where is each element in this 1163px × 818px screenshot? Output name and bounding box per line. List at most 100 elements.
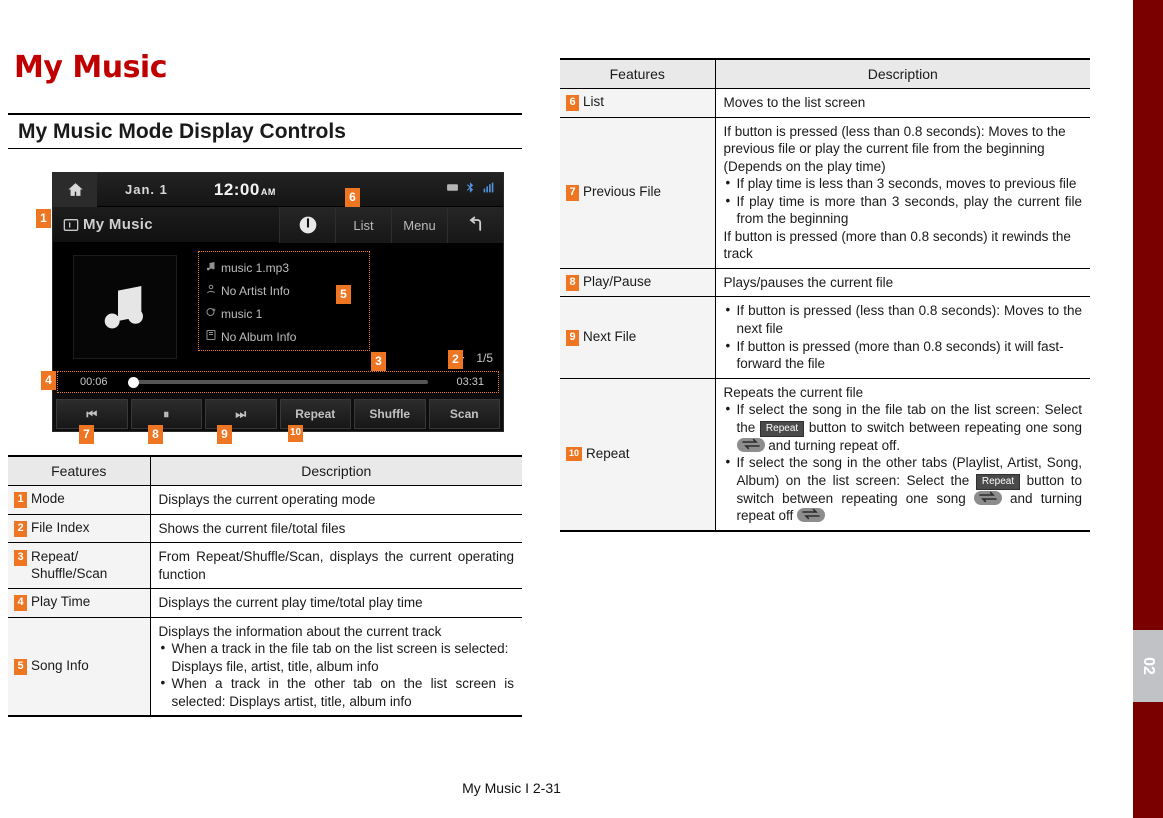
callout-10: 10 — [288, 425, 304, 442]
repeat-inline-button[interactable]: Repeat — [759, 420, 805, 437]
hu-mode-label: My Music — [83, 216, 153, 233]
progress-track[interactable] — [136, 380, 428, 384]
description-cell: Displays the current play time/total pla… — [150, 588, 522, 618]
back-arrow-icon[interactable] — [447, 207, 503, 243]
table-row: 3 Repeat/ Shuffle/Scan From Repeat/Shuff… — [8, 542, 522, 590]
file-index-value: 1/5 — [476, 351, 493, 365]
description-text: If button is pressed (less than 0.8 seco… — [723, 123, 1066, 174]
home-icon[interactable] — [53, 172, 97, 207]
description-text: Moves to the list screen — [723, 95, 866, 110]
table-row: 2 File Index Shows the current file/tota… — [8, 514, 522, 544]
song-artist: No Artist Info — [221, 283, 290, 298]
description-bullets: If play time is less than 3 seconds, mov… — [724, 174, 1083, 228]
hu-clock-time: 12:00 — [213, 179, 260, 199]
callout-1: 1 — [36, 209, 51, 228]
table-row: 9 Next File If button is pressed (less t… — [560, 296, 1090, 379]
repeat-inline-button[interactable]: Repeat — [975, 473, 1021, 490]
play-pause-button[interactable]: ⏸ — [130, 399, 202, 429]
menu-button[interactable]: Menu — [391, 207, 447, 243]
hu-system-icons — [446, 181, 495, 194]
feature-cell: 3 Repeat/ Shuffle/Scan — [8, 542, 151, 590]
feature-label: File Index — [31, 519, 90, 535]
feature-cell: 10 Repeat — [560, 378, 716, 532]
shuffle-button[interactable]: Shuffle — [354, 399, 426, 429]
next-file-button[interactable]: ⏭ — [205, 399, 277, 429]
song-info-row: No Album Info — [205, 325, 363, 348]
description-text: From Repeat/Shuffle/Scan, displays the c… — [158, 549, 515, 582]
row-badge: 2 — [14, 520, 27, 537]
features-header: Features — [8, 456, 151, 486]
bullet-text-d: off — [778, 508, 794, 524]
bullet-item: If button is pressed (less than 0.8 seco… — [724, 301, 1082, 337]
song-file-name: music 1.mp3 — [221, 260, 290, 275]
callout-2: 2 — [448, 350, 463, 369]
description-cell: Moves to the list screen — [715, 88, 1090, 118]
chapter-number-marker: 02 — [1133, 630, 1163, 702]
list-button[interactable]: List — [335, 207, 391, 243]
description-cell: Repeats the current file If select the s… — [715, 378, 1090, 532]
description-bullets: If button is pressed (less than 0.8 seco… — [724, 301, 1083, 373]
title-icon — [205, 306, 221, 321]
features-header: Features — [560, 59, 716, 89]
right-column: Features Description 6 List Moves to the… — [560, 58, 1090, 532]
description-text: Shows the current file/total files — [158, 520, 346, 536]
bullet-text-c: and turning repeat off. — [768, 437, 901, 453]
album-icon — [205, 329, 221, 344]
callout-7: 7 — [79, 425, 94, 444]
feature-cell: 9 Next File — [560, 296, 716, 379]
progress-knob[interactable] — [128, 377, 139, 388]
feature-label: Play Time — [31, 594, 91, 610]
my-music-icon — [63, 219, 79, 231]
row-badge: 5 — [14, 659, 27, 676]
description-cell: Displays the current operating mode — [150, 485, 522, 515]
progress-bar-area[interactable]: 00:06 03:31 — [57, 371, 499, 393]
bullet-item: If button is pressed (more than 0.8 seco… — [724, 337, 1083, 373]
bullet-item-repeat-file-tab: If select the song in the file tab on th… — [724, 400, 1082, 454]
feature-cell: 6 List — [560, 88, 716, 118]
description-cell: If button is pressed (less than 0.8 seco… — [715, 117, 1090, 269]
scan-button[interactable]: Scan — [428, 399, 500, 429]
callout-4: 4 — [41, 371, 56, 390]
table-row: 4 Play Time Displays the current play ti… — [8, 588, 522, 618]
hu-status-bar: Jan. 1 12:00AM — [53, 172, 503, 207]
callout-6: 6 — [345, 188, 360, 207]
row-badge: 1 — [14, 492, 27, 509]
description-tail: If button is pressed (more than 0.8 seco… — [723, 228, 1071, 262]
song-info-row: music 1.mp3 — [205, 256, 363, 279]
callout-9: 9 — [217, 425, 232, 444]
hu-date: Jan. 1 — [125, 182, 168, 197]
page-edge-tab: 02 — [1133, 0, 1163, 818]
description-header: Description — [150, 456, 522, 486]
callout-3: 3 — [371, 352, 386, 371]
description-bullets: If select the song in the file tab on th… — [724, 400, 1082, 525]
bullet-item-repeat-other-tabs: If select the song in the other tabs (Pl… — [724, 453, 1082, 525]
power-icon[interactable] — [279, 207, 335, 243]
repeat-one-icon — [736, 437, 765, 452]
hu-clock-ampm: AM — [260, 186, 276, 197]
section-title-bar: My Music Mode Display Controls — [8, 113, 522, 149]
feature-cell: 2 File Index — [8, 514, 151, 544]
description-text: Plays/pauses the current file — [723, 274, 894, 290]
left-spec-table: Features Description 1 Mode Displays the… — [8, 455, 522, 718]
feature-label: List — [583, 94, 605, 110]
card-icon — [447, 184, 458, 191]
bluetooth-icon — [466, 182, 474, 193]
table-header-row: Features Description — [560, 59, 1090, 89]
bullet-item: If play time is less than 3 seconds, mov… — [724, 174, 1083, 193]
right-spec-table: Features Description 6 List Moves to the… — [560, 58, 1090, 532]
left-column: My Music My Music Mode Display Controls … — [0, 0, 560, 818]
total-time: 03:31 — [456, 376, 484, 388]
row-badge: 6 — [566, 95, 579, 112]
page-footer: My Music I 2-31 — [462, 780, 561, 796]
feature-label: Play/Pause — [583, 274, 652, 290]
feature-cell: 4 Play Time — [8, 588, 151, 618]
head-unit-screenshot: Jan. 1 12:00AM My Music List Menu music … — [52, 172, 504, 432]
table-row: 10 Repeat Repeats the current file If se… — [560, 378, 1090, 532]
elapsed-time: 00:06 — [80, 376, 108, 388]
feature-cell: 8 Play/Pause — [560, 268, 716, 298]
hu-top-buttons: List Menu — [279, 207, 503, 243]
description-text: Repeats the current file — [723, 384, 864, 400]
description-header: Description — [715, 59, 1090, 89]
table-row: 5 Song Info Displays the information abo… — [8, 617, 522, 718]
hu-transport-buttons: ⏮ ⏸ ⏭ Repeat Shuffle Scan — [53, 397, 503, 431]
